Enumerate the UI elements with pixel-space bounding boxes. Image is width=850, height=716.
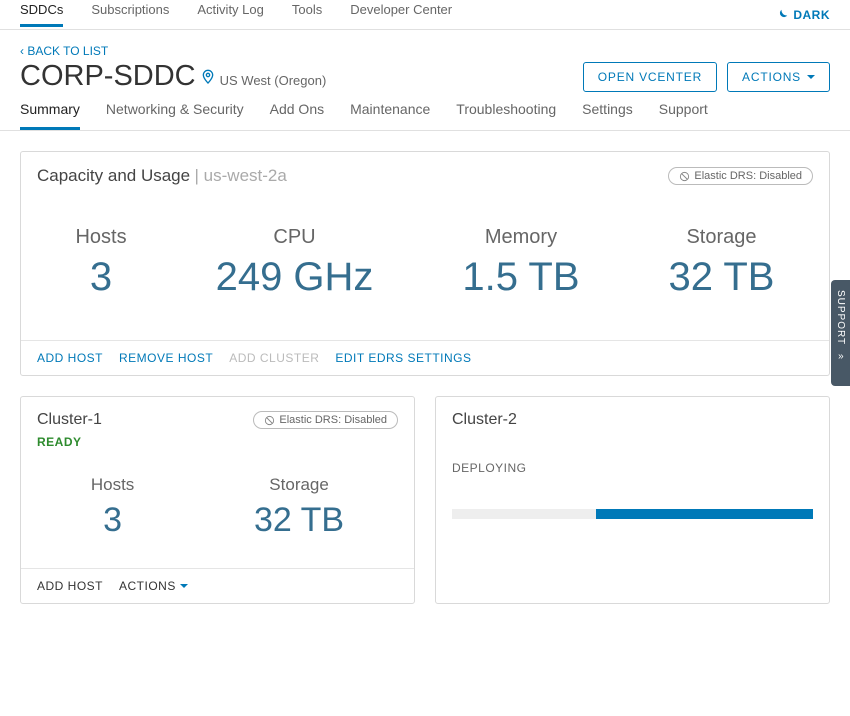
subtab-addons[interactable]: Add Ons: [270, 101, 324, 130]
support-tab-label: SUPPORT: [835, 290, 846, 345]
chevron-expand-icon: «: [837, 351, 844, 362]
cluster-1-card: Cluster-1 Elastic DRS: Disabled READY Ho…: [20, 396, 415, 604]
subtab-networking[interactable]: Networking & Security: [106, 101, 244, 130]
cluster-2-card: Cluster-2 DEPLOYING: [435, 396, 830, 604]
top-nav: SDDCs Subscriptions Activity Log Tools D…: [0, 0, 850, 30]
drs-badge-text: Elastic DRS: Disabled: [694, 170, 802, 182]
sddc-title: CORP-SDDC US West (Oregon): [20, 60, 583, 93]
subtab-settings[interactable]: Settings: [582, 101, 633, 130]
cluster1-status: READY: [21, 435, 414, 457]
cluster2-progress-bar: [452, 509, 813, 519]
back-to-list-link[interactable]: ‹ BACK TO LIST: [20, 44, 583, 58]
capacity-usage-card: Capacity and Usage | us-west-2a Elastic …: [20, 151, 830, 376]
add-cluster-link: ADD CLUSTER: [229, 351, 319, 365]
moon-icon: [775, 8, 789, 22]
cluster1-hosts-label: Hosts: [91, 475, 134, 495]
hosts-label: Hosts: [75, 226, 126, 249]
dark-label: DARK: [793, 8, 830, 22]
cluster2-title: Cluster-2: [452, 411, 517, 429]
region-label: US West (Oregon): [220, 73, 327, 88]
cluster1-storage-label: Storage: [254, 475, 344, 495]
capacity-region: | us-west-2a: [195, 166, 287, 186]
chevron-left-icon: ‹: [20, 44, 24, 58]
disabled-icon: [679, 171, 690, 182]
open-vcenter-button[interactable]: OPEN VCENTER: [583, 62, 717, 92]
cpu-label: CPU: [216, 226, 374, 249]
metric-hosts: Hosts 3: [75, 226, 126, 300]
cluster2-progress-fill: [596, 509, 813, 519]
cluster1-hosts-value: 3: [91, 501, 134, 540]
capacity-title: Capacity and Usage: [37, 166, 190, 186]
tab-activity-log[interactable]: Activity Log: [197, 2, 263, 27]
tab-tools[interactable]: Tools: [292, 2, 322, 27]
cluster1-metric-hosts: Hosts 3: [91, 475, 134, 540]
metric-cpu: CPU 249 GHz: [216, 226, 374, 300]
cluster1-title: Cluster-1: [37, 411, 102, 429]
subtab-support[interactable]: Support: [659, 101, 708, 130]
cluster1-actions-dropdown[interactable]: ACTIONS: [119, 579, 188, 593]
page-header: ‹ BACK TO LIST CORP-SDDC US West (Oregon…: [0, 30, 850, 93]
remove-host-link[interactable]: REMOVE HOST: [119, 351, 213, 365]
metric-memory: Memory 1.5 TB: [462, 226, 579, 300]
tab-developer-center[interactable]: Developer Center: [350, 2, 452, 27]
elastic-drs-badge: Elastic DRS: Disabled: [668, 167, 813, 185]
subtab-troubleshooting[interactable]: Troubleshooting: [456, 101, 556, 130]
metric-storage: Storage 32 TB: [668, 226, 774, 300]
cluster1-drs-badge: Elastic DRS: Disabled: [253, 411, 398, 429]
storage-label: Storage: [668, 226, 774, 249]
hosts-value: 3: [75, 255, 126, 300]
subtab-summary[interactable]: Summary: [20, 101, 80, 130]
storage-value: 32 TB: [668, 255, 774, 300]
add-host-link[interactable]: ADD HOST: [37, 351, 103, 365]
memory-label: Memory: [462, 226, 579, 249]
cluster1-storage-value: 32 TB: [254, 501, 344, 540]
back-label: BACK TO LIST: [27, 44, 108, 58]
cluster1-metric-storage: Storage 32 TB: [254, 475, 344, 540]
subtab-maintenance[interactable]: Maintenance: [350, 101, 430, 130]
sub-nav: Summary Networking & Security Add Ons Ma…: [0, 93, 850, 131]
cluster2-status: DEPLOYING: [436, 435, 829, 489]
tab-sddcs[interactable]: SDDCs: [20, 2, 63, 27]
cluster1-drs-text: Elastic DRS: Disabled: [279, 414, 387, 426]
cpu-value: 249 GHz: [216, 255, 374, 300]
sddc-name: CORP-SDDC: [20, 60, 196, 93]
cluster1-add-host-link: ADD HOST: [37, 579, 103, 593]
actions-dropdown-button[interactable]: ACTIONS: [727, 62, 830, 92]
support-side-tab[interactable]: SUPPORT «: [831, 280, 850, 386]
dark-mode-toggle[interactable]: DARK: [775, 8, 830, 22]
tab-subscriptions[interactable]: Subscriptions: [91, 2, 169, 27]
location-pin-icon: [200, 69, 216, 85]
memory-value: 1.5 TB: [462, 255, 579, 300]
disabled-icon: [264, 415, 275, 426]
edit-edrs-link[interactable]: EDIT EDRS SETTINGS: [335, 351, 471, 365]
